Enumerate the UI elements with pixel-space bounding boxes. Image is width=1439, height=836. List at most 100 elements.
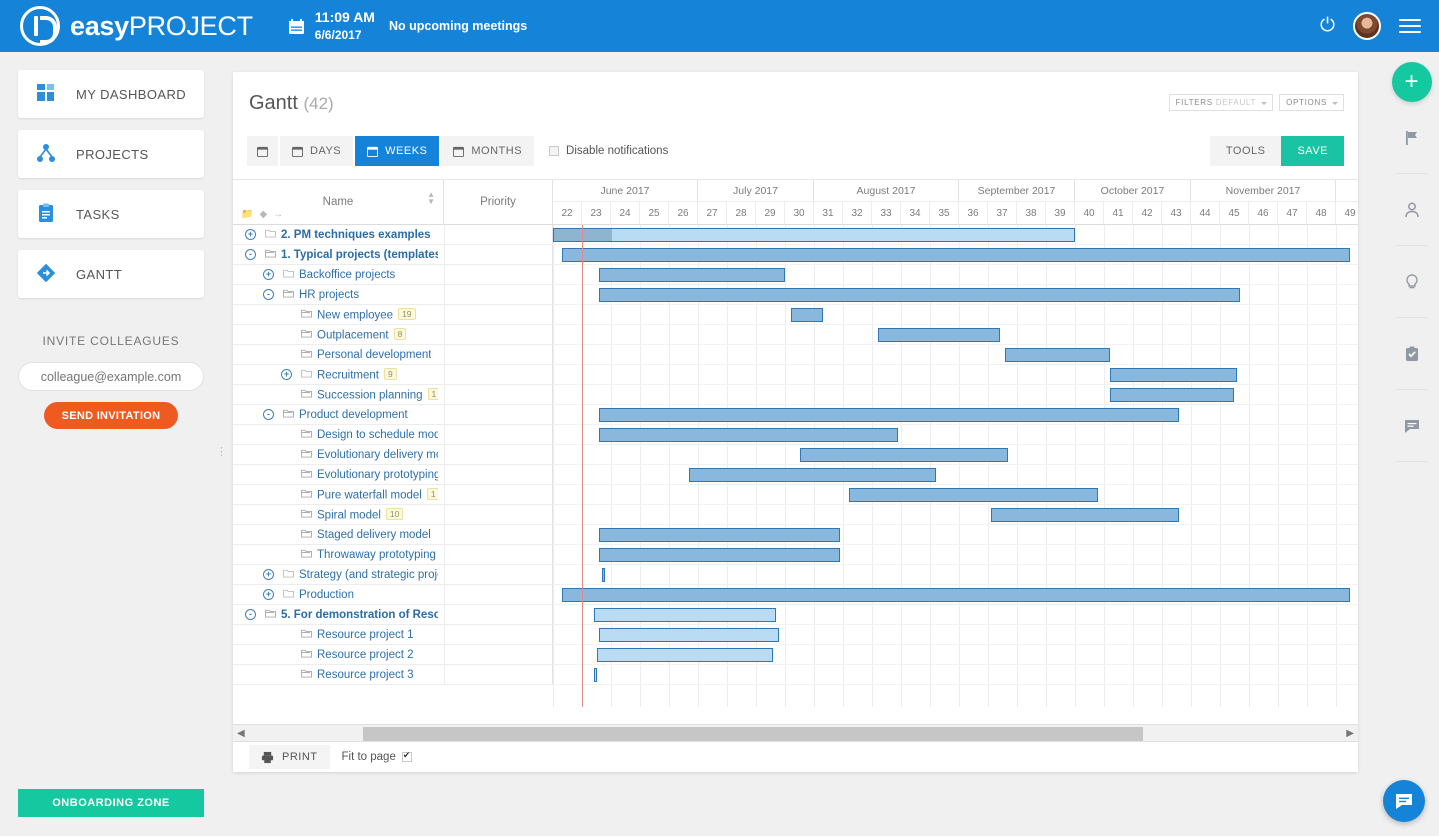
task-name[interactable]: Succession planning1: [317, 388, 438, 402]
sidebar-item-gantt[interactable]: GANTT: [18, 250, 204, 298]
task-name[interactable]: 5. For demonstration of Resource managem…: [281, 609, 438, 621]
scrollbar-thumb[interactable]: [363, 727, 1143, 741]
table-row[interactable]: - 5. For demonstration of Resource manage…: [233, 605, 553, 625]
task-name[interactable]: Resource project 1: [317, 629, 414, 641]
gantt-bar[interactable]: [597, 648, 774, 662]
gantt-bar[interactable]: [800, 448, 1009, 462]
task-name[interactable]: Outplacement8: [317, 328, 406, 342]
collapse-icon[interactable]: -: [263, 409, 274, 420]
scroll-right-arrow-icon[interactable]: ▶: [1346, 728, 1354, 739]
scroll-left-arrow-icon[interactable]: ◀: [237, 728, 245, 739]
table-row[interactable]: + Production: [233, 585, 553, 605]
table-row[interactable]: Resource project 1: [233, 625, 553, 645]
add-new-button[interactable]: +: [1392, 62, 1432, 102]
disable-notifications-option[interactable]: Disable notifications: [549, 145, 668, 157]
horizontal-scrollbar[interactable]: ◀ ▶: [233, 724, 1358, 742]
table-row[interactable]: Personal development: [233, 345, 553, 365]
task-name[interactable]: 1. Typical projects (templates): [281, 249, 438, 261]
expand-icon[interactable]: +: [245, 229, 256, 240]
gantt-bar[interactable]: [689, 468, 936, 482]
send-invitation-button[interactable]: SEND INVITATION: [44, 402, 179, 429]
task-name[interactable]: 2. PM techniques examples: [281, 229, 431, 241]
gantt-bar[interactable]: [599, 628, 779, 642]
hamburger-menu-icon[interactable]: [1399, 15, 1421, 37]
expand-icon[interactable]: +: [263, 269, 274, 280]
rail-item-lightbulb[interactable]: [1384, 246, 1439, 318]
gantt-bar[interactable]: [562, 248, 1351, 262]
table-row[interactable]: + Backoffice projects: [233, 265, 553, 285]
gantt-bar[interactable]: [599, 288, 1240, 302]
power-icon[interactable]: ⏻: [1320, 15, 1335, 37]
tools-button[interactable]: TOOLS: [1210, 136, 1282, 166]
task-name[interactable]: Backoffice projects: [299, 269, 395, 281]
expand-icon[interactable]: +: [281, 369, 292, 380]
print-button[interactable]: PRINT: [249, 745, 330, 769]
collapse-icon[interactable]: -: [245, 609, 256, 620]
table-row[interactable]: Design to schedule model: [233, 425, 553, 445]
table-row[interactable]: Evolutionary prototyping model: [233, 465, 553, 485]
rail-item-flag[interactable]: [1384, 102, 1439, 174]
gantt-bar[interactable]: [991, 508, 1180, 522]
folder-icon[interactable]: 📁: [241, 209, 253, 220]
zoom-calendar-button[interactable]: [247, 136, 278, 166]
table-row[interactable]: Spiral model10: [233, 505, 553, 525]
rail-item-person[interactable]: [1384, 174, 1439, 246]
collapse-icon[interactable]: -: [263, 289, 274, 300]
gantt-bar[interactable]: [599, 548, 840, 562]
table-row[interactable]: Succession planning1: [233, 385, 553, 405]
task-name[interactable]: Staged delivery model: [317, 529, 431, 541]
disable-notifications-checkbox[interactable]: [549, 146, 559, 156]
table-row[interactable]: -1. Typical projects (templates): [233, 245, 553, 265]
onboarding-zone-button[interactable]: ONBOARDING ZONE: [18, 789, 204, 817]
task-name[interactable]: Production: [299, 589, 354, 601]
table-row[interactable]: New employee19: [233, 305, 553, 325]
save-button[interactable]: SAVE: [1281, 136, 1344, 166]
gantt-bar[interactable]: [1005, 348, 1109, 362]
zoom-days-button[interactable]: DAYS: [280, 136, 353, 166]
fit-to-page-option[interactable]: Fit to page: [342, 751, 412, 763]
expand-icon[interactable]: +: [263, 589, 274, 600]
table-row[interactable]: - HR projects: [233, 285, 553, 305]
table-row[interactable]: + Strategy (and strategic projects): [233, 565, 553, 585]
task-name[interactable]: New employee19: [317, 308, 416, 322]
rail-item-chat[interactable]: [1384, 390, 1439, 462]
gantt-bar[interactable]: [562, 588, 1351, 602]
sidebar-resize-handle[interactable]: ⋮: [216, 450, 227, 454]
table-row[interactable]: - Product development: [233, 405, 553, 425]
task-name[interactable]: Spiral model10: [317, 508, 403, 522]
table-row[interactable]: Outplacement8: [233, 325, 553, 345]
table-row[interactable]: Staged delivery model: [233, 525, 553, 545]
table-row[interactable]: Pure waterfall model1: [233, 485, 553, 505]
task-name[interactable]: Evolutionary delivery model: [317, 449, 438, 461]
gantt-bar[interactable]: [599, 528, 840, 542]
task-name[interactable]: Personal development: [317, 349, 431, 361]
table-row[interactable]: Resource project 2: [233, 645, 553, 665]
options-dropdown[interactable]: OPTIONS: [1279, 94, 1344, 111]
task-name[interactable]: Design to schedule model: [317, 429, 438, 441]
expand-icon[interactable]: +: [263, 569, 274, 580]
gantt-bar[interactable]: [1110, 368, 1238, 382]
filters-dropdown[interactable]: FILTERS DEFAULT: [1169, 94, 1274, 111]
gantt-bar[interactable]: [849, 488, 1098, 502]
gantt-bar[interactable]: [602, 568, 605, 582]
sort-arrows-icon[interactable]: ▲▼: [427, 191, 435, 205]
gantt-bar[interactable]: [878, 328, 1000, 342]
task-name[interactable]: Strategy (and strategic projects): [299, 569, 438, 581]
gantt-bar[interactable]: [594, 608, 777, 622]
diamond-icon[interactable]: ◆: [259, 209, 267, 220]
gantt-bar[interactable]: [599, 408, 1179, 422]
gantt-bar[interactable]: [1110, 388, 1235, 402]
task-name[interactable]: Resource project 2: [317, 649, 414, 661]
rail-item-clipboard-check[interactable]: [1384, 318, 1439, 390]
task-name[interactable]: Product development: [299, 409, 408, 421]
gantt-bar[interactable]: [594, 668, 597, 682]
table-row[interactable]: + Recruitment9: [233, 365, 553, 385]
zoom-weeks-button[interactable]: WEEKS: [355, 136, 439, 166]
task-name[interactable]: Recruitment9: [317, 368, 397, 382]
column-header-priority[interactable]: Priority: [444, 180, 553, 225]
arrow-icon[interactable]: →: [273, 209, 283, 220]
support-chat-button[interactable]: [1383, 780, 1425, 822]
task-name[interactable]: HR projects: [299, 289, 359, 301]
task-name[interactable]: Evolutionary prototyping model: [317, 469, 438, 481]
table-row[interactable]: Throwaway prototyping model: [233, 545, 553, 565]
